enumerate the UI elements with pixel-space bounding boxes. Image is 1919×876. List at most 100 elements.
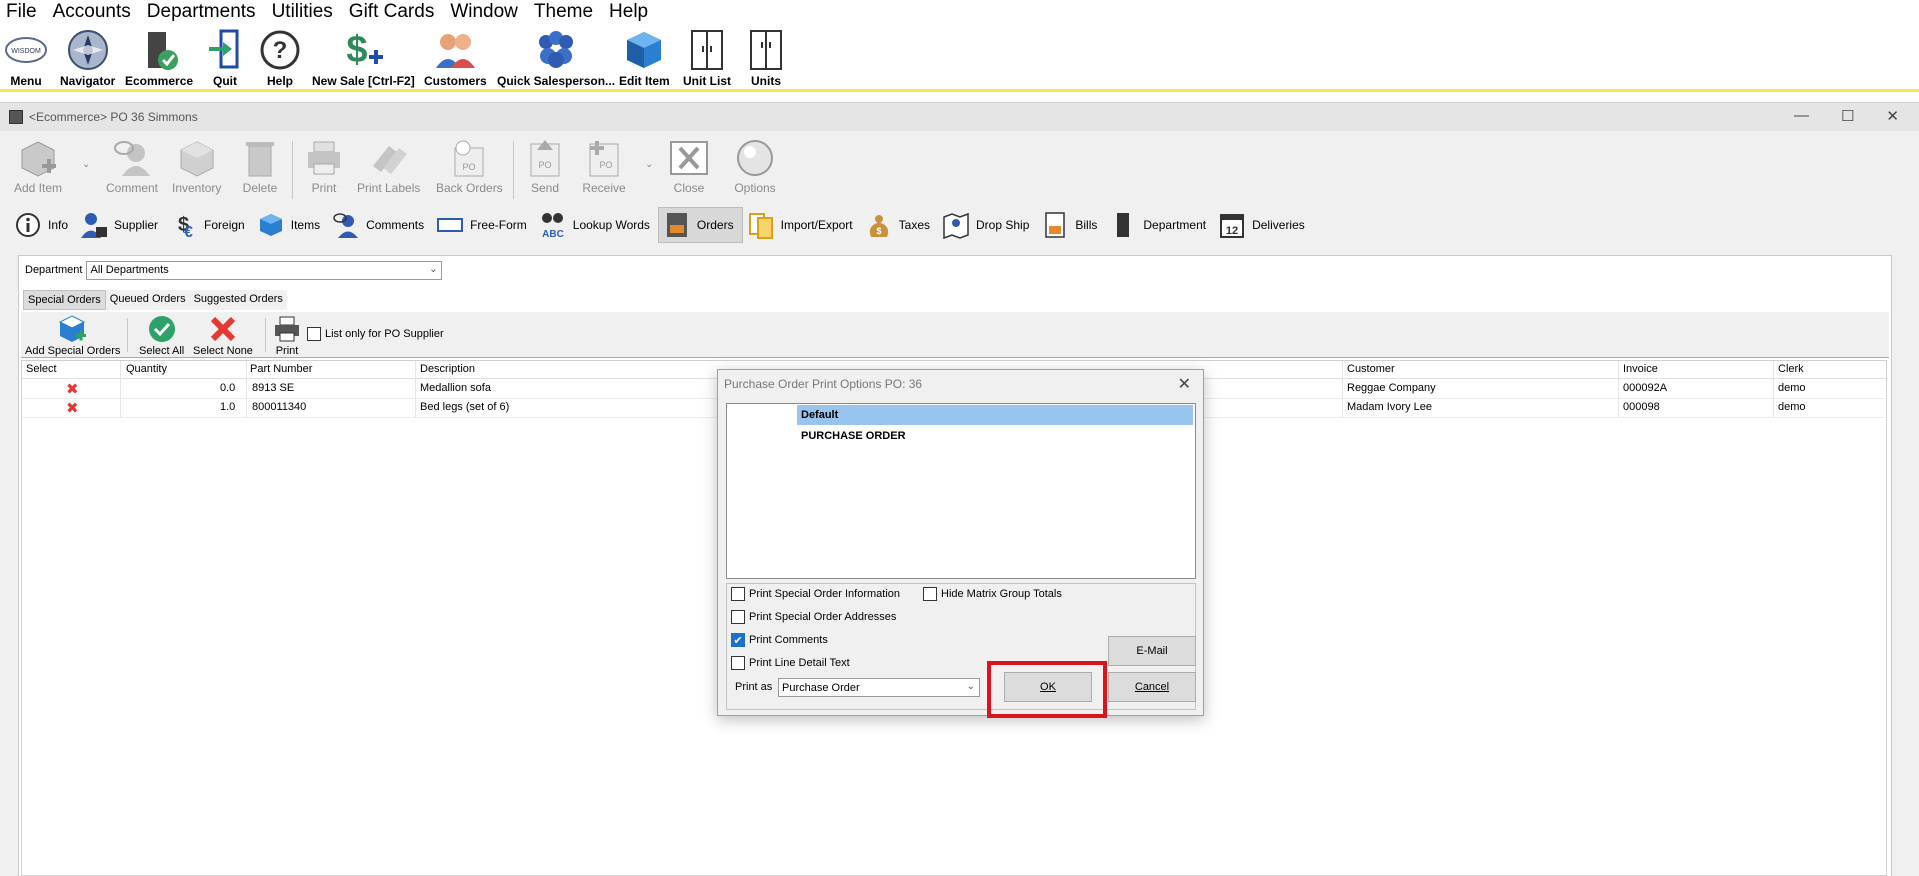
tab-foreign[interactable]: $ € Foreign xyxy=(166,207,253,243)
print-special-orders-button[interactable]: Print xyxy=(271,314,303,357)
comment-button[interactable]: Comment xyxy=(106,137,158,195)
print-special-order-information-checkbox[interactable]: Print Special Order Information xyxy=(731,587,900,601)
col-description[interactable]: Description xyxy=(420,363,475,375)
col-quantity[interactable]: Quantity xyxy=(126,363,167,375)
bill-icon xyxy=(1041,211,1069,239)
col-select[interactable]: Select xyxy=(26,363,57,375)
ok-highlight-frame xyxy=(987,661,1107,718)
receive-button[interactable]: PO Receive xyxy=(582,137,626,195)
unit-list-button[interactable]: Unit List xyxy=(683,28,731,88)
new-sale-button[interactable]: $ New Sale [Ctrl-F2] xyxy=(312,28,415,88)
back-orders-button[interactable]: PO Back Orders xyxy=(436,137,503,195)
options-button[interactable]: Options xyxy=(733,137,777,195)
tab-taxes[interactable]: $ Taxes xyxy=(861,207,938,243)
maximize-icon[interactable]: ☐ xyxy=(1841,107,1854,125)
tab-bills[interactable]: Bills xyxy=(1037,207,1105,243)
menubar: File Accounts Departments Utilities Gift… xyxy=(0,0,1919,24)
receive-dropdown-icon[interactable]: ⌄ xyxy=(645,159,653,170)
print-special-order-addresses-checkbox[interactable]: Print Special Order Addresses xyxy=(731,610,896,624)
app-icon xyxy=(9,110,23,124)
edit-item-button[interactable]: Edit Item xyxy=(619,28,670,88)
tab-comments[interactable]: Comments xyxy=(328,207,432,243)
close-icon[interactable]: ✕ xyxy=(1886,107,1899,125)
special-orders-toolbar: Add Special Orders Select All Select Non… xyxy=(21,312,1889,358)
tab-drop-ship[interactable]: Drop Ship xyxy=(938,207,1037,243)
list-item[interactable]: PURCHASE ORDER xyxy=(731,426,1193,446)
dialog-close-icon[interactable]: ✕ xyxy=(1178,374,1191,394)
quick-salesperson-button[interactable]: Quick Salesperson... xyxy=(497,28,615,88)
menu-button[interactable]: WISDOM Menu xyxy=(4,28,48,88)
list-item[interactable]: Default xyxy=(731,405,1193,425)
close-po-button[interactable]: Close xyxy=(667,137,711,195)
tab-department[interactable]: Department xyxy=(1105,207,1214,243)
minimize-icon[interactable]: — xyxy=(1794,107,1809,125)
subtab-special-orders[interactable]: Special Orders xyxy=(23,290,106,310)
add-item-dropdown-icon[interactable]: ⌄ xyxy=(82,159,90,170)
add-special-orders-button[interactable]: Add Special Orders xyxy=(25,314,120,357)
email-button[interactable]: E-Mail xyxy=(1108,636,1196,666)
tab-supplier[interactable]: Supplier xyxy=(76,207,166,243)
col-invoice[interactable]: Invoice xyxy=(1623,363,1658,375)
print-button[interactable]: Print xyxy=(302,137,346,195)
print-labels-button[interactable]: Print Labels xyxy=(357,137,420,195)
menu-file[interactable]: File xyxy=(6,1,37,23)
tab-orders[interactable]: Orders xyxy=(657,207,743,243)
department-select[interactable]: All Departments ⌄ xyxy=(86,260,443,280)
subtab-queued-orders[interactable]: Queued Orders xyxy=(105,290,190,310)
print-options-dialog: Purchase Order Print Options PO: 36 ✕ De… xyxy=(717,369,1204,716)
svg-text:?: ? xyxy=(273,37,288,64)
tab-import-export[interactable]: Import/Export xyxy=(743,207,861,243)
dialog-titlebar: Purchase Order Print Options PO: 36 xyxy=(718,370,1203,398)
customers-button[interactable]: Customers xyxy=(424,28,487,88)
box-icon xyxy=(622,28,666,72)
col-customer[interactable]: Customer xyxy=(1347,363,1395,375)
menu-gift-cards[interactable]: Gift Cards xyxy=(349,1,435,23)
menu-accounts[interactable]: Accounts xyxy=(53,1,131,23)
printer-icon xyxy=(302,137,346,179)
menu-departments[interactable]: Departments xyxy=(147,1,256,23)
navigator-button[interactable]: Navigator xyxy=(60,28,115,88)
orders-subtabs: Special Orders Queued Orders Suggested O… xyxy=(23,290,287,310)
tab-items[interactable]: Items xyxy=(253,207,328,243)
col-clerk[interactable]: Clerk xyxy=(1778,363,1804,375)
red-x-icon[interactable]: ✖ xyxy=(66,380,79,398)
send-button[interactable]: PO Send xyxy=(523,137,567,195)
cancel-button[interactable]: Cancel xyxy=(1108,672,1196,702)
svg-text:$: $ xyxy=(876,226,881,236)
department-door-icon xyxy=(1109,211,1137,239)
window-title: <Ecommerce> PO 36 Simmons xyxy=(29,110,198,124)
red-x-icon[interactable]: ✖ xyxy=(66,399,79,417)
main-toolbar: WISDOM Menu Navigator Ecommerce Quit ? H… xyxy=(0,24,1919,92)
department-label: Department xyxy=(25,264,83,276)
calendar-icon: 12 xyxy=(1218,211,1246,239)
print-as-select[interactable]: Purchase Order ⌄ xyxy=(778,678,980,697)
comments-person-icon xyxy=(332,211,360,239)
ecommerce-button[interactable]: Ecommerce xyxy=(125,28,193,88)
quit-button[interactable]: Quit xyxy=(203,28,247,88)
inventory-button[interactable]: Inventory xyxy=(172,137,221,195)
menu-theme[interactable]: Theme xyxy=(534,1,593,23)
print-comments-checkbox[interactable]: ✔ Print Comments xyxy=(731,633,828,647)
delete-button[interactable]: Delete xyxy=(238,137,282,195)
add-box-icon xyxy=(57,314,89,344)
units-button[interactable]: Units xyxy=(744,28,788,88)
comment-person-icon xyxy=(110,137,154,179)
print-line-detail-text-checkbox[interactable]: Print Line Detail Text xyxy=(731,656,850,670)
select-none-button[interactable]: Select None xyxy=(193,314,253,357)
menu-window[interactable]: Window xyxy=(450,1,518,23)
tab-lookup-words[interactable]: ABC Lookup Words xyxy=(535,207,658,243)
chevron-down-icon: ⌄ xyxy=(966,681,975,692)
menu-help[interactable]: Help xyxy=(609,1,648,23)
add-item-button[interactable]: Add Item xyxy=(14,137,62,195)
help-button[interactable]: ? Help xyxy=(258,28,302,88)
hide-matrix-group-totals-checkbox[interactable]: Hide Matrix Group Totals xyxy=(923,587,1062,601)
menu-utilities[interactable]: Utilities xyxy=(272,1,333,23)
tab-info[interactable]: Info xyxy=(10,207,76,243)
list-only-po-supplier-checkbox[interactable]: List only for PO Supplier xyxy=(307,327,444,341)
tab-free-form[interactable]: Free-Form xyxy=(432,207,535,243)
svg-text:WISDOM: WISDOM xyxy=(11,48,41,55)
tab-deliveries[interactable]: 12 Deliveries xyxy=(1214,207,1313,243)
subtab-suggested-orders[interactable]: Suggested Orders xyxy=(189,290,287,310)
col-part-number[interactable]: Part Number xyxy=(250,363,312,375)
select-all-button[interactable]: Select All xyxy=(139,314,184,357)
